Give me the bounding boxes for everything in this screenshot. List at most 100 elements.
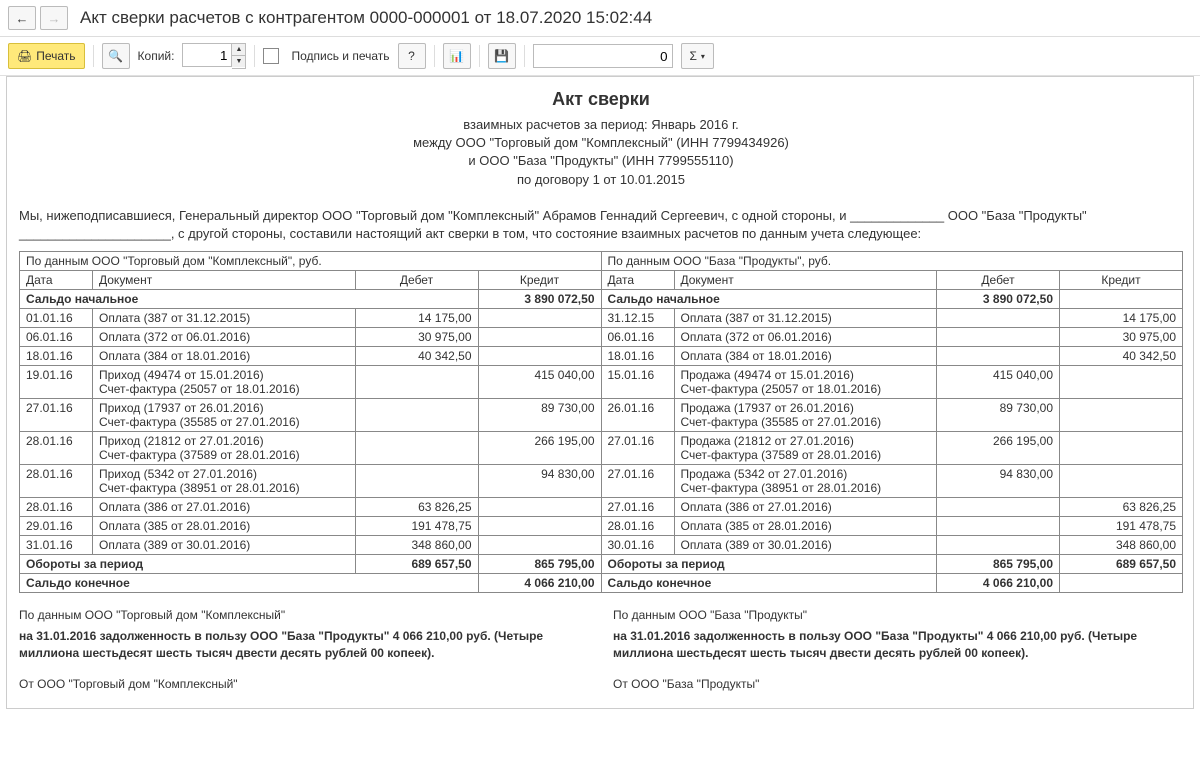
row-right-doc: Оплата (386 от 27.01.2016) — [674, 498, 937, 517]
row-right-date: 30.01.16 — [601, 536, 674, 555]
footer-left-header: По данным ООО "Торговый дом "Комплексный… — [19, 607, 589, 624]
row-right-credit: 191 478,75 — [1060, 517, 1183, 536]
row-right-credit: 40 342,50 — [1060, 347, 1183, 366]
nav-back-button[interactable]: ← — [8, 6, 36, 30]
cell — [1060, 290, 1183, 309]
row-left-credit — [478, 498, 601, 517]
row-right-doc: Оплата (372 от 06.01.2016) — [674, 328, 937, 347]
table-row: 28.01.16Оплата (386 от 27.01.2016)63 826… — [20, 498, 1183, 517]
row-left-credit — [478, 309, 601, 328]
sign-print-checkbox[interactable] — [263, 48, 279, 64]
row-left-credit — [478, 328, 601, 347]
sigma-button[interactable]: Σ ▾ — [681, 43, 714, 69]
chevron-down-icon: ▾ — [701, 52, 705, 61]
row-right-credit: 348 860,00 — [1060, 536, 1183, 555]
row-left-debit: 348 860,00 — [355, 536, 478, 555]
footer-right: По данным ООО "База "Продукты" на 31.01.… — [613, 607, 1183, 692]
row-right-doc: Продажа (21812 от 27.01.2016)Счет-фактур… — [674, 432, 937, 465]
row-left-debit: 40 342,50 — [355, 347, 478, 366]
row-right-doc: Оплата (385 от 28.01.2016) — [674, 517, 937, 536]
col-debit: Дебет — [355, 271, 478, 290]
row-left-debit: 30 975,00 — [355, 328, 478, 347]
row-left-date: 28.01.16 — [20, 498, 93, 517]
sub-line: по договору 1 от 10.01.2015 — [517, 172, 685, 187]
row-left-date: 06.01.16 — [20, 328, 93, 347]
col-doc: Документ — [93, 271, 356, 290]
copies-stepper[interactable]: ▲ ▼ — [232, 43, 246, 69]
left-saldo-end-credit: 4 066 210,00 — [478, 574, 601, 593]
table-row: 28.01.16Приход (5342 от 27.01.2016)Счет-… — [20, 465, 1183, 498]
row-left-credit — [478, 347, 601, 366]
row-right-debit: 89 730,00 — [937, 399, 1060, 432]
row-right-debit — [937, 536, 1060, 555]
save-button[interactable]: 💾 — [488, 43, 516, 69]
preview-button[interactable]: 🔍 — [102, 43, 130, 69]
row-left-date: 29.01.16 — [20, 517, 93, 536]
saldo-end-label: Сальдо конечное — [601, 574, 937, 593]
left-turn-credit: 865 795,00 — [478, 555, 601, 574]
reconciliation-table: По данным ООО "Торговый дом "Комплексный… — [19, 251, 1183, 593]
row-right-debit — [937, 309, 1060, 328]
row-left-doc: Оплата (389 от 30.01.2016) — [93, 536, 356, 555]
row-right-debit — [937, 517, 1060, 536]
sigma-icon: Σ — [690, 49, 697, 63]
row-right-debit — [937, 498, 1060, 517]
document-subtitle: взаимных расчетов за период: Январь 2016… — [19, 116, 1183, 189]
col-date: Дата — [20, 271, 93, 290]
row-right-date: 06.01.16 — [601, 328, 674, 347]
row-right-date: 31.12.15 — [601, 309, 674, 328]
saldo-start-label: Сальдо начальное — [601, 290, 937, 309]
col-debit: Дебет — [937, 271, 1060, 290]
left-saldo-start-credit: 3 890 072,50 — [478, 290, 601, 309]
table-row: 31.01.16Оплата (389 от 30.01.2016)348 86… — [20, 536, 1183, 555]
right-turn-credit: 689 657,50 — [1060, 555, 1183, 574]
row-left-doc: Приход (5342 от 27.01.2016)Счет-фактура … — [93, 465, 356, 498]
row-left-credit — [478, 536, 601, 555]
print-button[interactable]: 🖨 Печать — [8, 43, 85, 69]
row-right-debit — [937, 328, 1060, 347]
row-left-date: 27.01.16 — [20, 399, 93, 432]
row-right-doc: Продажа (5342 от 27.01.2016)Счет-фактура… — [674, 465, 937, 498]
row-left-doc: Приход (21812 от 27.01.2016)Счет-фактура… — [93, 432, 356, 465]
printer-icon: 🖨 — [17, 49, 32, 63]
table-row: 18.01.16Оплата (384 от 18.01.2016)40 342… — [20, 347, 1183, 366]
export-button[interactable]: 📊 — [443, 43, 471, 69]
toolbar-separator — [434, 45, 435, 67]
toolbar: 🖨 Печать 🔍 Копий: ▲ ▼ Подпись и печать ?… — [0, 37, 1200, 76]
toolbar-separator — [524, 45, 525, 67]
right-saldo-end-debit: 4 066 210,00 — [937, 574, 1060, 593]
turnover-label: Обороты за период — [601, 555, 937, 574]
row-left-credit: 89 730,00 — [478, 399, 601, 432]
col-doc: Документ — [674, 271, 937, 290]
left-turn-debit: 689 657,50 — [355, 555, 478, 574]
footer-left-body: на 31.01.2016 задолженность в пользу ООО… — [19, 628, 589, 662]
row-right-date: 27.01.16 — [601, 498, 674, 517]
footer-left-from: От ООО "Торговый дом "Комплексный" — [19, 676, 589, 693]
row-right-doc: Продажа (49474 от 15.01.2016)Счет-фактур… — [674, 366, 937, 399]
table-row: 29.01.16 Оплата (385 от 28.01.2016) 191 47… — [20, 517, 1183, 536]
row-left-doc: Оплата (386 от 27.01.2016) — [93, 498, 356, 517]
copies-input[interactable] — [182, 43, 232, 67]
stepper-up-icon[interactable]: ▲ — [232, 44, 245, 56]
table-row: 27.01.16Приход (17937 от 26.01.2016)Счет… — [20, 399, 1183, 432]
row-right-credit — [1060, 432, 1183, 465]
row-right-debit: 266 195,00 — [937, 432, 1060, 465]
row-left-credit: 415 040,00 — [478, 366, 601, 399]
col-credit: Кредит — [1060, 271, 1183, 290]
sub-line: взаимных расчетов за период: Январь 2016… — [463, 117, 739, 132]
stepper-down-icon[interactable]: ▼ — [232, 56, 245, 67]
row-right-credit — [1060, 465, 1183, 498]
help-button[interactable]: ? — [398, 43, 426, 69]
titlebar: ← → Акт сверки расчетов с контрагентом 0… — [0, 0, 1200, 37]
row-left-debit: 14 175,00 — [355, 309, 478, 328]
row-left-date: 18.01.16 — [20, 347, 93, 366]
preview-icon: 🔍 — [108, 49, 123, 63]
window-title: Акт сверки расчетов с контрагентом 0000-… — [80, 8, 652, 28]
copies-label: Копий: — [138, 49, 175, 63]
right-saldo-start-debit: 3 890 072,50 — [937, 290, 1060, 309]
sign-print-label: Подпись и печать — [291, 49, 389, 63]
nav-forward-button[interactable]: → — [40, 6, 68, 30]
row-left-date: 01.01.16 — [20, 309, 93, 328]
sum-input[interactable] — [533, 44, 673, 68]
print-button-label: Печать — [36, 49, 75, 63]
